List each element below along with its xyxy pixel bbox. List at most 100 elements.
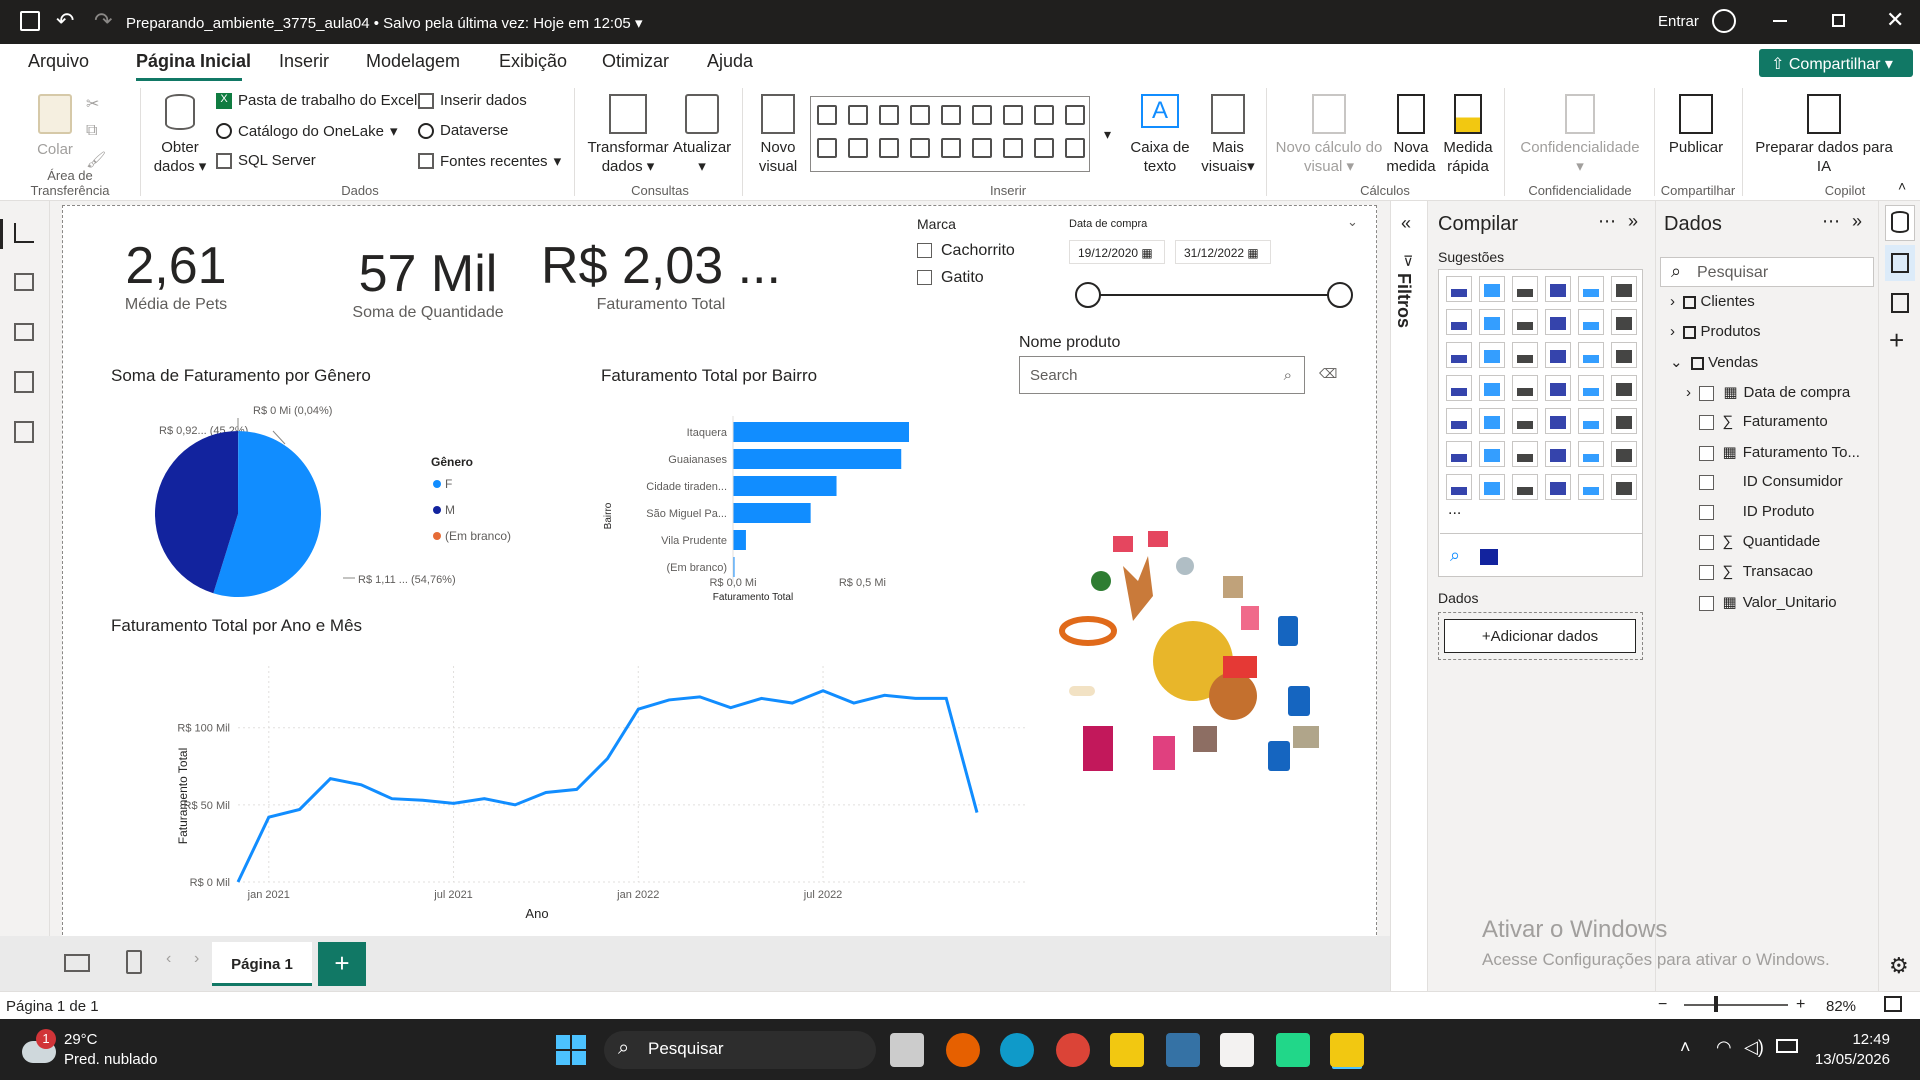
file-explorer-icon[interactable] [1110, 1033, 1144, 1067]
more-visuals-button[interactable]: Mais visuais▾ [1196, 94, 1260, 176]
gallery-visual-icon[interactable] [1065, 105, 1085, 125]
gallery-visual-icon[interactable] [910, 138, 930, 158]
text-box-button[interactable]: A Caixa de texto [1124, 94, 1196, 176]
data-field[interactable]: ID Consumidor [1686, 473, 1843, 490]
dataverse-button[interactable]: Dataverse [418, 122, 508, 139]
visual-type-icon[interactable] [1479, 276, 1505, 302]
quick-measure-button[interactable]: Medida rápida [1440, 94, 1496, 176]
slider-handle-end[interactable] [1327, 282, 1353, 308]
edge-icon[interactable] [1000, 1033, 1034, 1067]
weather-desc[interactable]: Pred. nublado [64, 1051, 157, 1068]
save-icon[interactable] [20, 11, 40, 31]
add-page-button[interactable]: + [318, 942, 366, 986]
gallery-expand-icon[interactable]: ▾ [1104, 126, 1111, 143]
line-series[interactable] [236, 689, 979, 883]
page-tab-1[interactable]: Página 1 [212, 942, 312, 986]
gallery-visual-icon[interactable] [1065, 138, 1085, 158]
menu-ajuda[interactable]: Ajuda [707, 51, 753, 72]
more-options-icon[interactable]: ⋯ [1822, 211, 1840, 232]
visual-type-icon[interactable] [1446, 441, 1472, 467]
tmdl-view-icon[interactable] [14, 421, 34, 443]
visual-type-icon[interactable] [1578, 375, 1604, 401]
slider-handle-start[interactable] [1075, 282, 1101, 308]
battery-icon[interactable] [1776, 1039, 1798, 1053]
gallery-visual-icon[interactable] [848, 138, 868, 158]
menu-otimizar[interactable]: Otimizar [602, 51, 669, 72]
add-data-button[interactable]: +Adicionar dados [1444, 619, 1636, 653]
taskbar-search[interactable]: ⌕ Pesquisar [604, 1031, 876, 1069]
gallery-visual-icon[interactable] [1003, 138, 1023, 158]
pycharm-icon[interactable] [1276, 1033, 1310, 1067]
gallery-visual-icon[interactable] [941, 105, 961, 125]
line-chart[interactable]: Faturamento Total Ano R$ 0 Mil R$ 50 Mil R… [103, 646, 1063, 926]
visual-type-icon[interactable] [1479, 474, 1505, 500]
table-view-icon[interactable] [14, 273, 34, 291]
bar-0[interactable] [733, 422, 909, 442]
field-checkbox[interactable] [1698, 595, 1714, 611]
data-field[interactable]: ID Produto [1686, 503, 1814, 520]
visual-type-icon[interactable] [1578, 309, 1604, 335]
prep-ai-button[interactable]: Preparar dados para IA [1750, 94, 1898, 176]
gallery-visual-icon[interactable] [879, 105, 899, 125]
publish-button[interactable]: Publicar [1660, 94, 1732, 157]
visual-type-icon[interactable] [1578, 408, 1604, 434]
checkbox[interactable] [917, 270, 932, 286]
firefox-icon[interactable] [946, 1033, 980, 1067]
visual-type-icon[interactable] [1446, 342, 1472, 368]
field-checkbox[interactable] [1699, 385, 1715, 401]
new-visual-calc-button[interactable]: Novo cálculo do visual ▾ [1272, 94, 1386, 176]
minimize-icon[interactable] [1773, 20, 1787, 22]
insert-data-button[interactable]: Inserir dados [418, 92, 527, 109]
visual-type-icon[interactable] [1479, 375, 1505, 401]
filters-label[interactable]: Filtros [1393, 273, 1414, 328]
new-visual-button[interactable]: Novo visual [752, 94, 804, 176]
get-data-button[interactable]: Obter dados ▾ [152, 94, 208, 176]
document-title-dropdown[interactable]: Preparando_ambiente_3775_aula04 • Salvo … [126, 14, 642, 32]
field-checkbox[interactable] [1698, 534, 1714, 550]
visual-type-icon[interactable] [1512, 342, 1538, 368]
data-table[interactable]: › Produtos [1670, 323, 1761, 340]
option-cachorrito[interactable]: Cachorrito [917, 242, 1015, 260]
kpi-card-quantity[interactable]: 57 Mil Soma de Quantidade [343, 244, 513, 322]
legend-blank[interactable]: (Em branco) [445, 529, 511, 543]
visual-type-icon[interactable] [1479, 342, 1505, 368]
visual-type-icon[interactable] [1512, 408, 1538, 434]
data-field[interactable]: ▦ Faturamento To... [1686, 443, 1860, 461]
zoom-slider-thumb[interactable] [1714, 996, 1718, 1012]
gallery-visual-icon[interactable] [972, 105, 992, 125]
data-field[interactable]: ∑ Faturamento [1686, 413, 1828, 430]
prev-page-icon[interactable]: ‹ [166, 950, 171, 968]
search-icon[interactable]: ⌕ [1450, 545, 1460, 566]
visual-type-icon[interactable] [1578, 474, 1604, 500]
collapse-build-icon[interactable]: » [1628, 211, 1638, 232]
account-icon[interactable] [1712, 9, 1736, 33]
kpi-card-revenue[interactable]: R$ 2,03 ... Faturamento Total [541, 236, 781, 314]
visual-type-icon[interactable] [1545, 342, 1571, 368]
data-field[interactable]: › ▦ Data de compra [1686, 383, 1850, 401]
paste-button[interactable]: Colar [30, 94, 80, 159]
visual-type-icon[interactable] [1578, 441, 1604, 467]
visual-type-icon[interactable] [1479, 441, 1505, 467]
gallery-visual-icon[interactable] [941, 138, 961, 158]
bar-chart[interactable]: Bairro Faturamento Total Itaquera Guaiana… [593, 396, 993, 616]
kpi-card-pets[interactable]: 2,61 Média de Pets [101, 236, 251, 314]
visual-type-icon[interactable] [1479, 408, 1505, 434]
checkbox[interactable] [917, 243, 932, 259]
data-table[interactable]: › Clientes [1670, 293, 1755, 310]
pie-chart[interactable]: R$ 0 Mi (0,04%) R$ 0,92... (45,2%) R$ 1,… [103, 396, 623, 616]
gallery-visual-icon[interactable] [879, 138, 899, 158]
visual-type-icon[interactable] [1512, 276, 1538, 302]
fit-page-icon[interactable] [1884, 996, 1902, 1012]
option-gatito[interactable]: Gatito [917, 269, 1015, 287]
field-checkbox[interactable] [1698, 564, 1714, 580]
product-search-input[interactable]: Search ⌕ [1019, 356, 1305, 394]
zoom-out-icon[interactable]: − [1658, 996, 1667, 1014]
field-checkbox[interactable] [1698, 414, 1714, 430]
gallery-visual-icon[interactable] [1034, 138, 1054, 158]
report-view-icon[interactable] [14, 223, 34, 243]
visual-type-icon[interactable] [1611, 309, 1637, 335]
visual-type-icon[interactable] [1446, 309, 1472, 335]
sign-in-link[interactable]: Entrar [1658, 13, 1699, 30]
menu-modelagem[interactable]: Modelagem [366, 51, 460, 72]
visual-type-icon[interactable] [1545, 408, 1571, 434]
